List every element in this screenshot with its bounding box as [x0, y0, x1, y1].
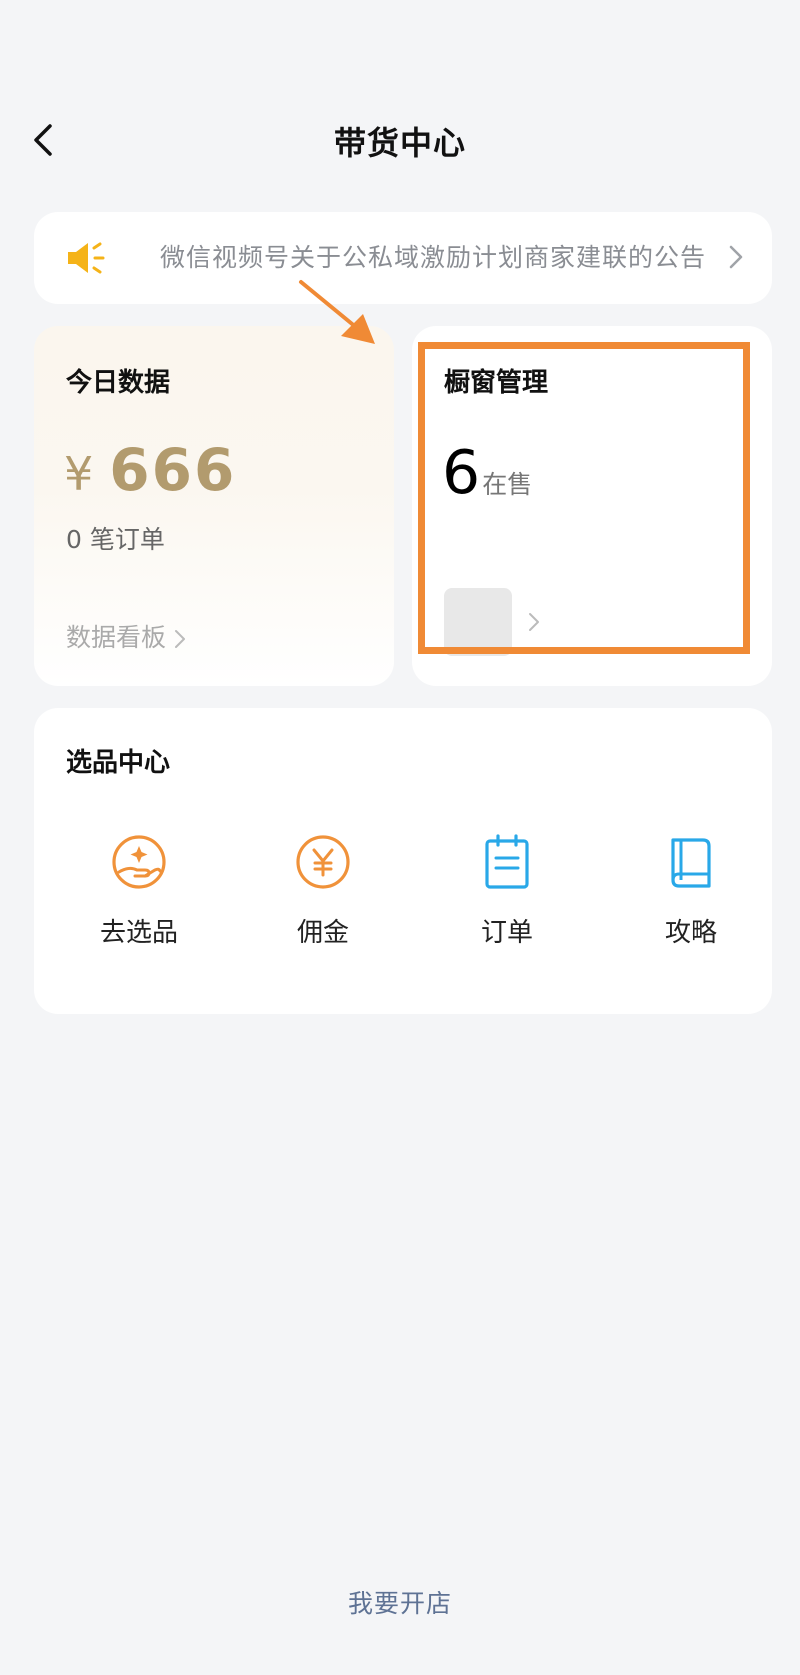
dashboard-link-label: 数据看板 — [66, 623, 167, 652]
open-shop-link[interactable]: 我要开店 — [0, 1584, 800, 1620]
orders-label: 订单 — [480, 918, 533, 948]
today-data-card: 今日数据 ¥666 0 笔订单 数据看板 — [34, 326, 394, 686]
showcase-title: 橱窗管理 — [444, 368, 549, 398]
on-sale-label: 在售 — [482, 470, 533, 499]
selection-center-card: 选品中心 去选品 佣金 订单 攻略 — [34, 708, 772, 1014]
page-title: 带货中心 — [333, 124, 466, 162]
commission-button[interactable]: 佣金 — [248, 832, 398, 972]
annotation-arrow-icon — [299, 280, 375, 344]
select-products-label: 去选品 — [99, 918, 178, 948]
selection-center-title: 选品中心 — [66, 748, 171, 778]
commission-label: 佣金 — [296, 918, 349, 948]
chevron-right-icon — [529, 613, 539, 631]
tool-grid: 去选品 佣金 订单 攻略 — [34, 832, 772, 972]
orders-button[interactable]: 订单 — [432, 832, 582, 972]
header: 带货中心 — [0, 110, 800, 180]
guide-label: 攻略 — [664, 918, 717, 948]
today-data-title: 今日数据 — [66, 368, 171, 398]
notice-bar[interactable]: 微信视频号关于公私域激励计划商家建联的公告 — [34, 212, 772, 304]
notice-text: 微信视频号关于公私域激励计划商家建联的公告 — [160, 243, 707, 272]
book-icon — [671, 838, 711, 888]
hand-sparkle-icon — [112, 835, 166, 889]
currency-symbol: ¥ — [64, 447, 96, 501]
chevron-right-icon — [175, 630, 186, 648]
yen-coin-icon — [296, 835, 350, 889]
on-sale-number: 6 — [442, 438, 481, 508]
on-sale-count: 6在售 — [442, 438, 532, 508]
select-products-button[interactable]: 去选品 — [64, 832, 214, 972]
revenue-amount: ¥666 — [64, 436, 236, 504]
guide-button[interactable]: 攻略 — [616, 832, 766, 972]
chevron-right-icon — [729, 245, 743, 269]
product-thumbnail — [444, 588, 512, 656]
speaker-icon — [68, 242, 105, 274]
order-count: 0 笔订单 — [66, 525, 165, 554]
dashboard-link[interactable]: 数据看板 — [66, 618, 186, 654]
clipboard-icon — [485, 834, 529, 889]
revenue-value: 666 — [109, 436, 237, 504]
showcase-management-card[interactable]: 橱窗管理 6在售 — [412, 326, 772, 686]
